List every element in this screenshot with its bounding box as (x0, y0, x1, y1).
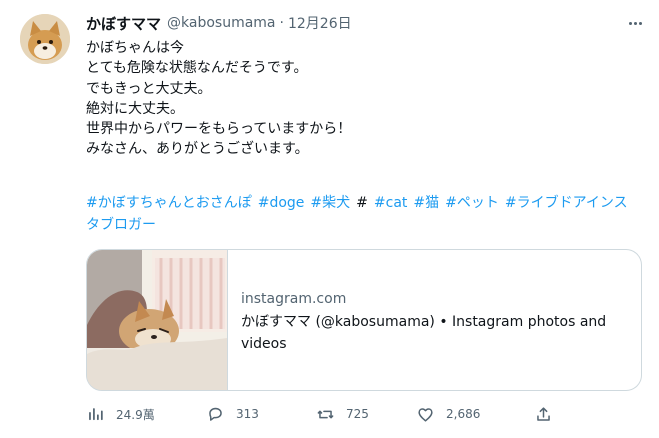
tweet-date[interactable]: 12月26日 (288, 13, 352, 33)
card-domain: instagram.com (241, 291, 347, 307)
share-icon (537, 406, 550, 421)
hashtag-link[interactable]: #ペット (445, 195, 499, 211)
tweet-line: とても危険な状態なんだそうです。 (86, 60, 308, 77)
analytics-icon (89, 407, 103, 420)
like-action[interactable]: 2,686 (416, 402, 480, 426)
hashtag-link[interactable]: #cat (374, 195, 408, 211)
plain-hash-text: # (356, 195, 368, 211)
tweet-line: 世界中からパワーをもらっていますから！ (86, 121, 352, 138)
hashtag-link[interactable]: #柴犬 (310, 195, 350, 211)
views-count: 24.9萬 (116, 407, 155, 422)
card-thumbnail-image (87, 250, 227, 390)
card-thumbnail (87, 250, 227, 390)
heart-icon (418, 407, 433, 422)
card-text: instagram.com かぼすママ (@kabosumama) • Inst… (241, 289, 633, 355)
tweet-line: でもきっと大丈夫。 (86, 80, 212, 97)
card-title: かぼすママ (@kabosumama) • Instagram photos a… (241, 314, 607, 352)
link-card[interactable]: instagram.com かぼすママ (@kabosumama) • Inst… (86, 249, 642, 391)
reply-icon (209, 407, 222, 421)
like-count: 2,686 (446, 407, 481, 421)
avatar[interactable] (20, 14, 70, 64)
retweet-action[interactable]: 725 (316, 402, 369, 426)
display-name[interactable]: かぼすママ (86, 13, 161, 34)
retweet-icon (317, 410, 334, 418)
card-divider (227, 250, 228, 390)
hashtag-link[interactable]: #doge (258, 195, 305, 211)
views-action[interactable]: 24.9萬 (86, 402, 155, 426)
retweet-count: 725 (346, 407, 369, 421)
tweet-line: みなさん、ありがとうございます。 (86, 141, 309, 158)
tweet-header: かぼすママ @kabosumama · 12月26日 (86, 12, 645, 34)
tweet-text: かぼちゃんは今 とても危険な状態なんだそうです。 でもきっと大丈夫。 絶対に大丈… (86, 38, 646, 160)
more-icon[interactable] (625, 13, 645, 33)
separator: · (279, 15, 284, 31)
reply-action[interactable]: 313 (206, 402, 259, 426)
hashtag-link[interactable]: #かぼすちゃんとおさんぽ (86, 195, 252, 211)
hashtag-list: #かぼすちゃんとおさんぽ #doge #柴犬 # #cat #猫 #ペット #ライブドアインス… (86, 192, 631, 236)
user-handle[interactable]: @kabosumama (167, 15, 276, 31)
shiba-dog-avatar-image (20, 14, 70, 64)
share-action[interactable] (534, 402, 553, 426)
hashtag-link[interactable]: #猫 (413, 195, 439, 211)
reply-count: 313 (236, 407, 259, 421)
tweet-line: かぼちゃんは今 (86, 40, 184, 56)
tweet-line: 絶対に大丈夫。 (86, 100, 184, 117)
tweet-actions: 24.9萬 313 725 2,686 (86, 402, 566, 426)
